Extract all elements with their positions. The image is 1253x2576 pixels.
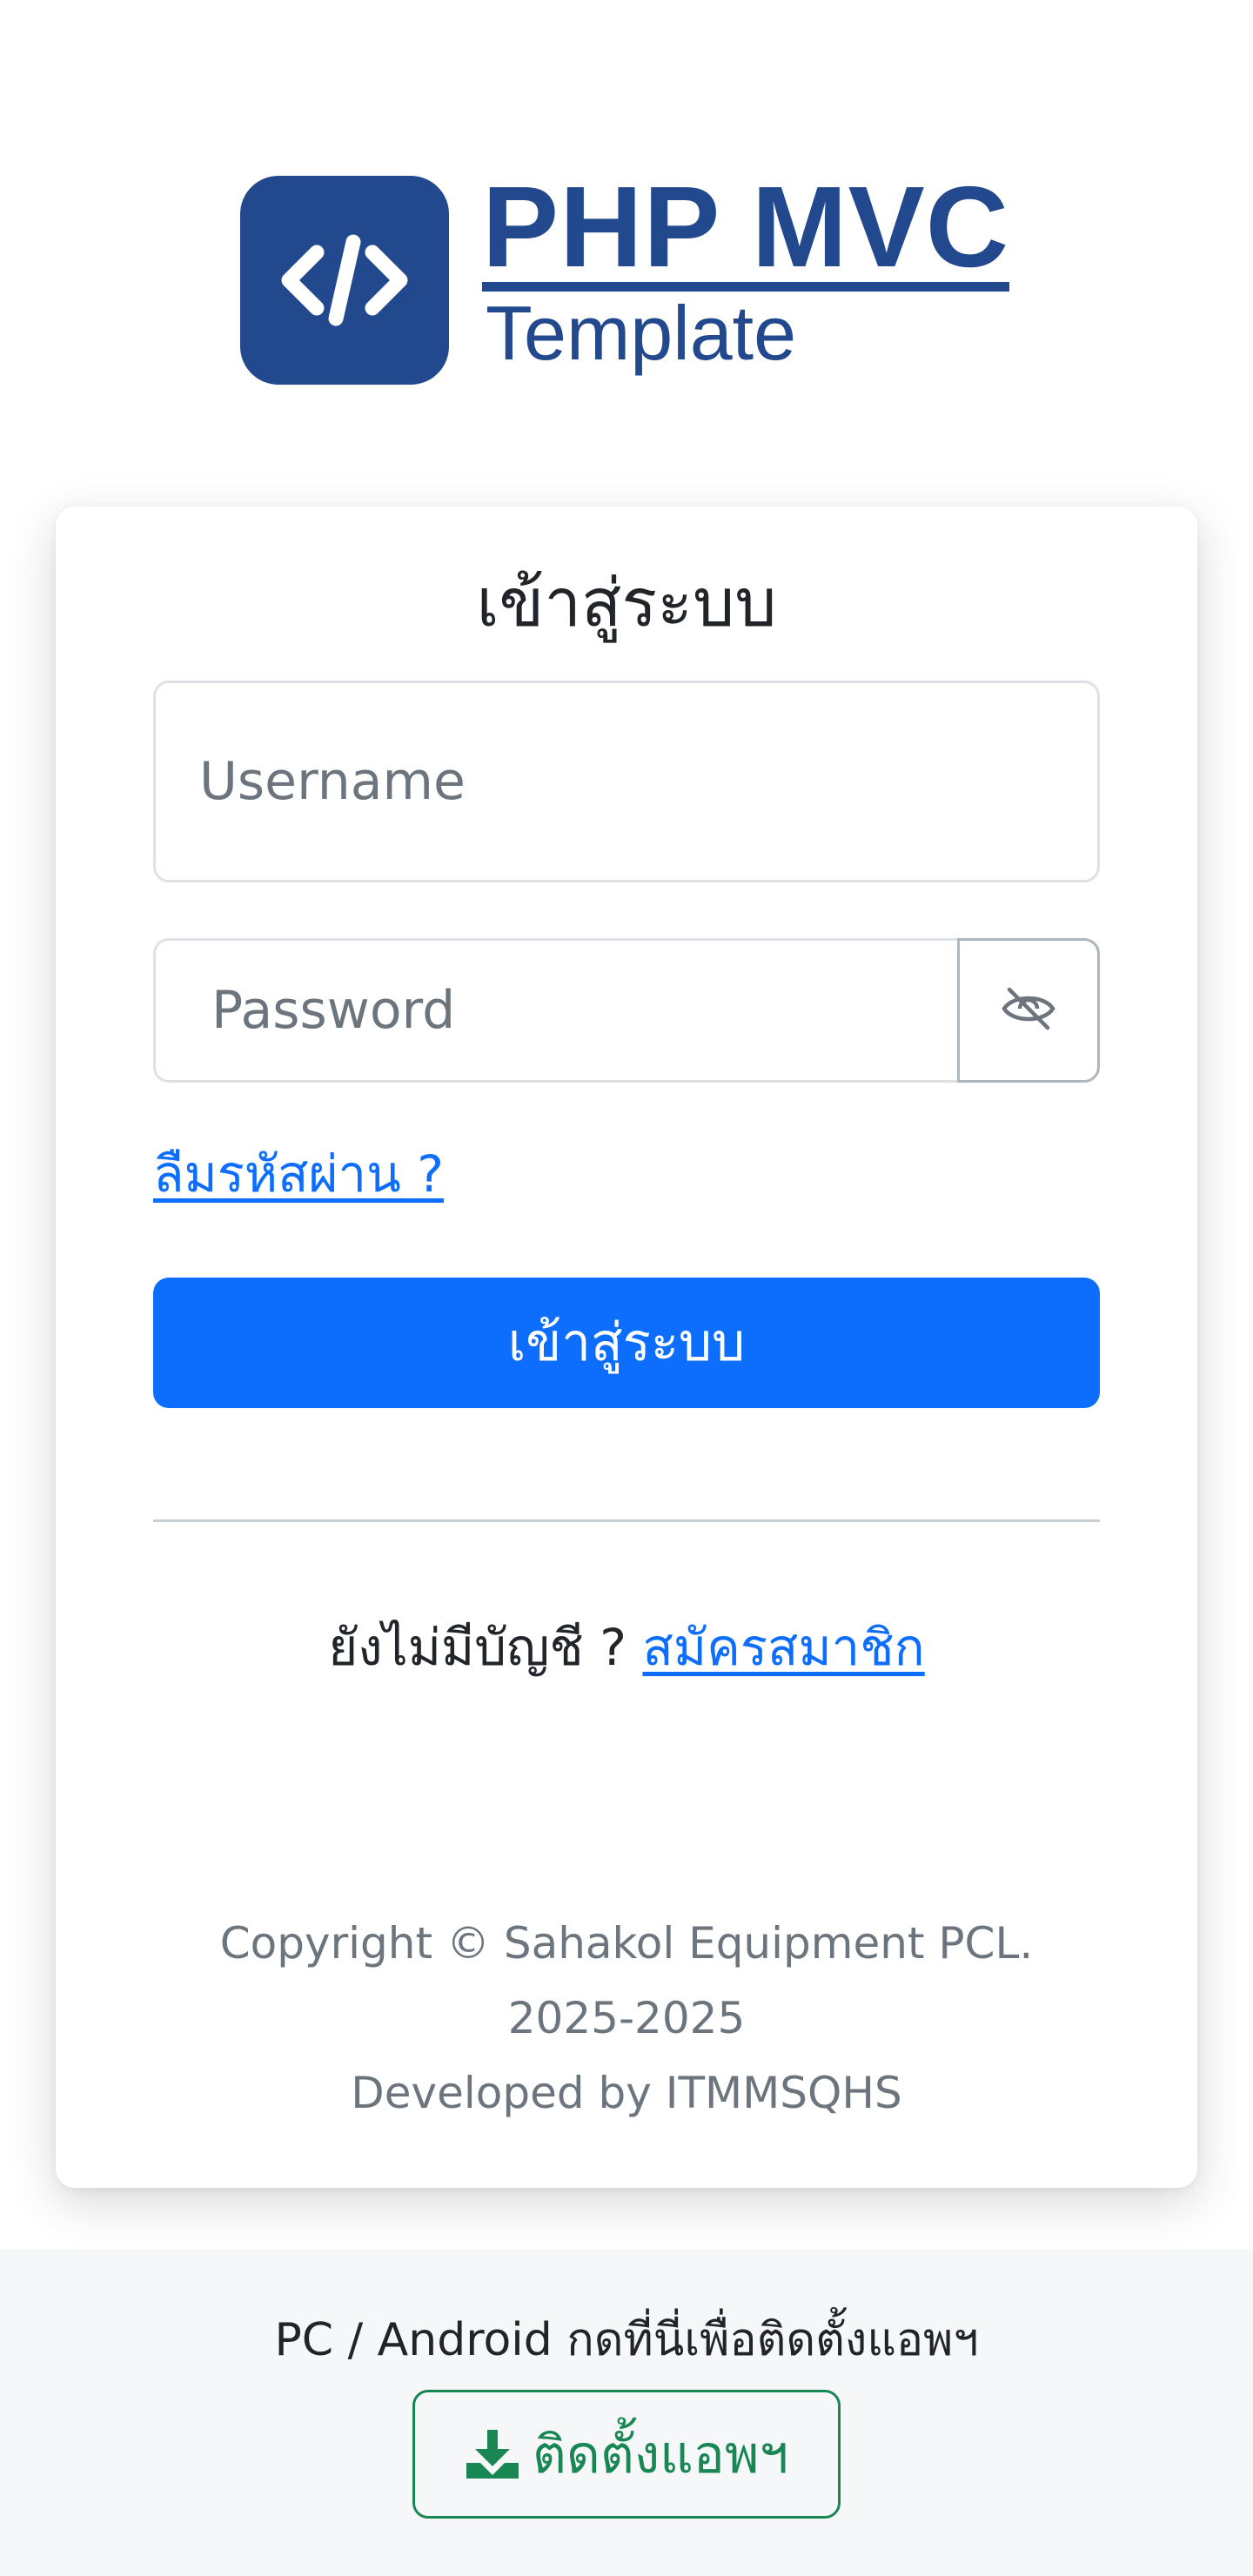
register-link[interactable]: สมัครสมาชิก <box>642 1618 924 1677</box>
install-banner: PC / Android กดที่นี่เพื่อติดตั้งแอพฯ ติ… <box>0 2249 1253 2576</box>
login-title: เข้าสู่ระบบ <box>476 564 777 641</box>
no-account-label: ยังไม่มีบัญชี ? <box>328 1618 627 1677</box>
install-prompt: PC / Android กดที่นี่เพื่อติดตั้งแอพฯ <box>274 2314 979 2366</box>
login-card: เข้าสู่ระบบ ลืมรหัสผ่าน ? เข้าสู่ระบบ <box>56 506 1197 2188</box>
toggle-password-button[interactable] <box>957 938 1100 1083</box>
register-line: ยังไม่มีบัญชี ? สมัครสมาชิก <box>56 1608 1197 1687</box>
footer: Copyright © Sahakol Equipment PCL. 2025-… <box>56 1906 1197 2130</box>
divider <box>153 1519 1100 1522</box>
download-icon <box>465 2428 520 2480</box>
logo-subtitle: Template <box>486 290 797 376</box>
username-field[interactable] <box>153 681 1100 882</box>
logo-title: PHP MVC <box>482 163 1010 292</box>
app-logo: PHP MVC Template <box>240 163 1010 385</box>
password-input[interactable] <box>211 941 942 1080</box>
code-icon <box>240 176 449 385</box>
install-button-label: ติดตั้งแอพฯ <box>532 2424 789 2485</box>
login-button[interactable]: เข้าสู่ระบบ <box>153 1278 1100 1408</box>
eye-slash-icon <box>1001 986 1056 1035</box>
logo-text: PHP MVC Template <box>482 163 1010 376</box>
install-app-button[interactable]: ติดตั้งแอพฯ <box>412 2390 841 2519</box>
forgot-password-link[interactable]: ลืมรหัสผ่าน ? <box>153 1135 444 1213</box>
copyright-text: Copyright © Sahakol Equipment PCL. <box>219 1918 1034 1969</box>
password-group <box>153 938 1100 1083</box>
developer-credit: Developed by ITMMSQHS <box>351 2068 902 2118</box>
login-page: PHP MVC Template เข้าสู่ระบบ Username ลื… <box>0 0 1253 2576</box>
username-input[interactable] <box>199 683 1052 880</box>
password-field[interactable] <box>153 938 957 1083</box>
copyright-years: 2025-2025 <box>507 1993 746 2043</box>
